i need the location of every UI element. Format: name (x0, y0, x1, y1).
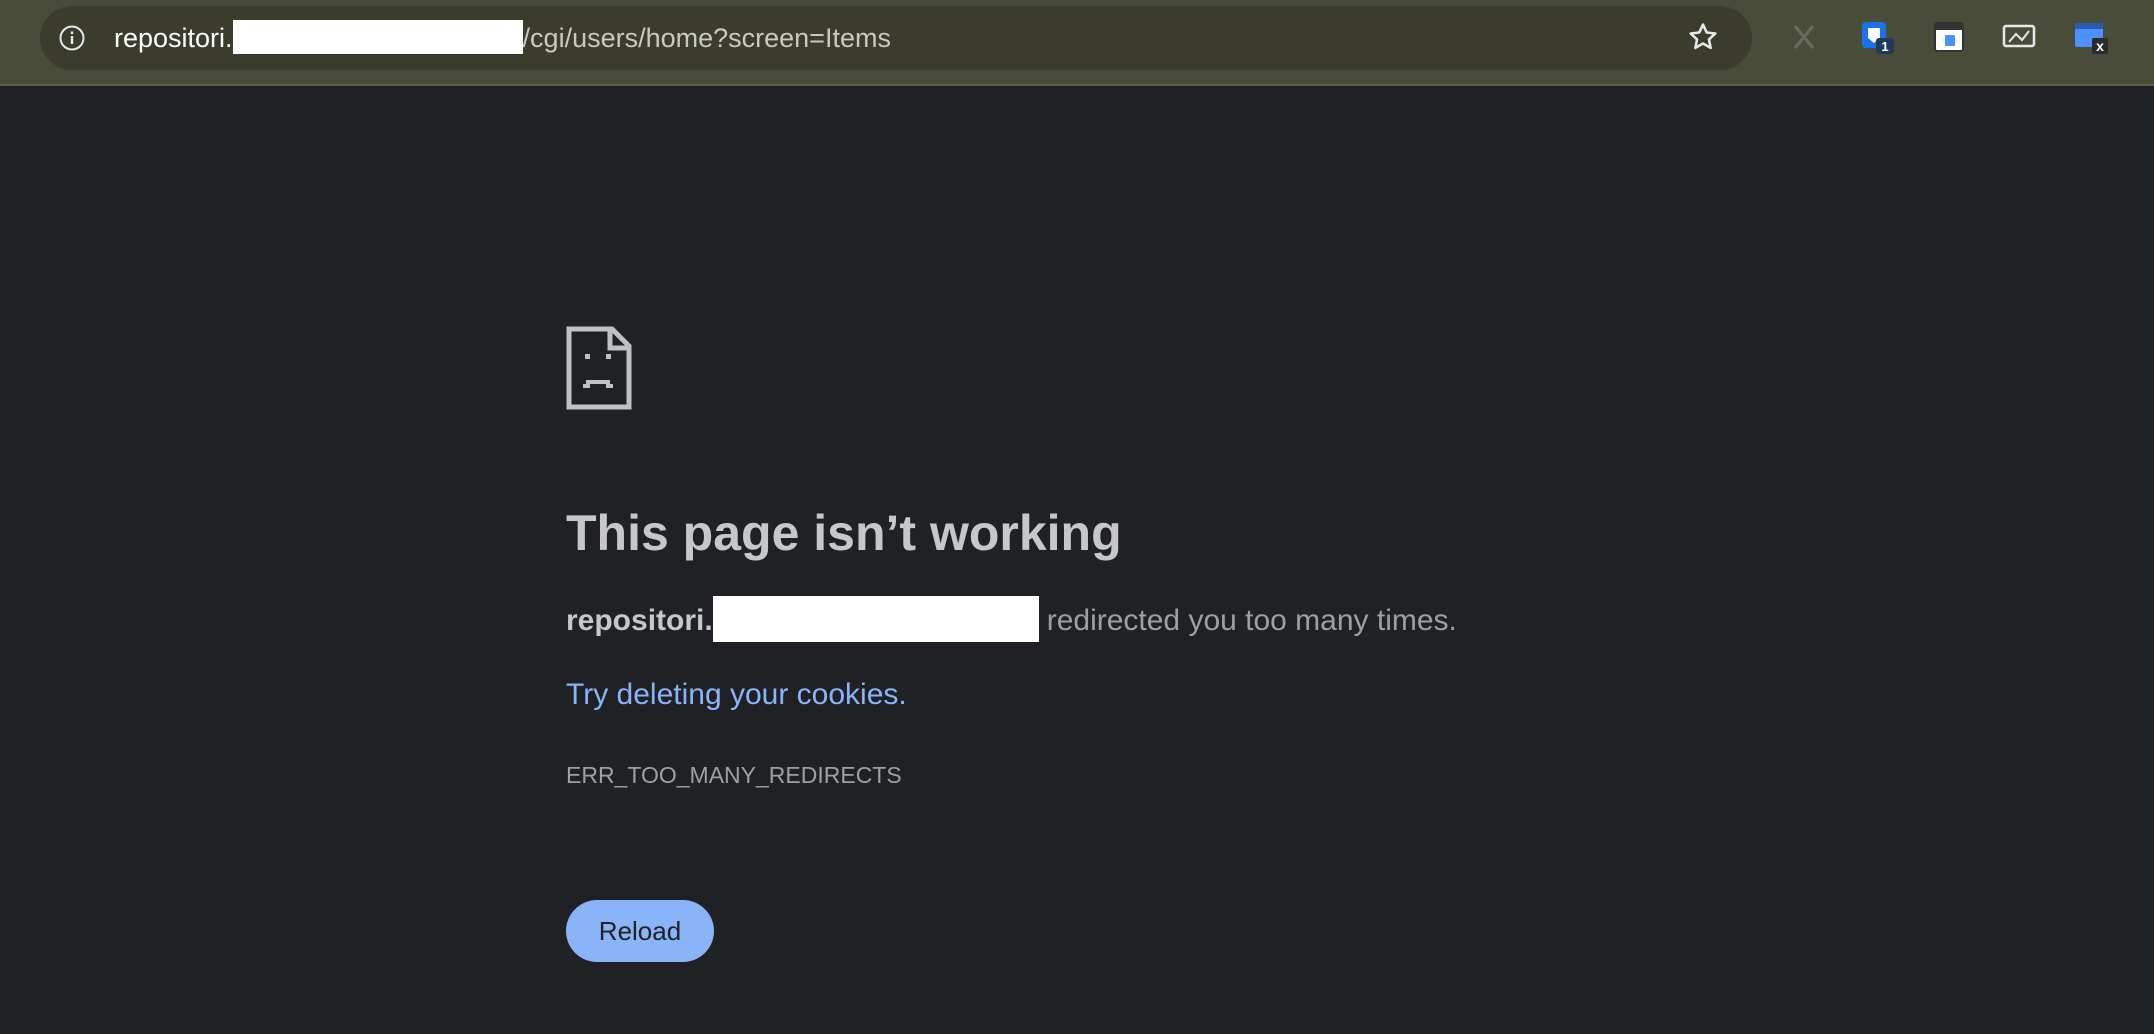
url-text[interactable]: repositori. /cgi/users/home?screen=Items (114, 18, 891, 58)
browser-toolbar: repositori./cgi/users/home?screen=Items … (0, 0, 2154, 86)
extension-screen-icon[interactable] (2000, 18, 2038, 56)
extension-badge-count: 1 (1881, 39, 1888, 54)
error-detail: repositori. redirected you too many times… (566, 596, 1457, 645)
url-host: repositori. (114, 23, 233, 53)
error-detail-text: redirected you too many times. (1046, 604, 1457, 637)
url-path: /cgi/users/home?screen=Items (522, 23, 891, 53)
reload-button[interactable]: Reload (566, 900, 714, 962)
extension-calendar-icon[interactable] (1930, 18, 1968, 56)
error-code: ERR_TOO_MANY_REDIRECTS (566, 762, 902, 788)
error-host: repositori. (566, 604, 713, 637)
error-heading: This page isn’t working (566, 505, 1122, 561)
extension-window-icon[interactable]: x (2072, 18, 2110, 56)
info-icon[interactable] (58, 24, 86, 52)
extension-x-icon[interactable] (1785, 18, 1823, 56)
extension-badge-x: x (2096, 38, 2104, 54)
host-redaction (712, 596, 1039, 642)
bookmark-star-icon[interactable] (1686, 20, 1720, 54)
extension-shield-icon[interactable]: 1 (1858, 18, 1896, 56)
delete-cookies-link[interactable]: Try deleting your cookies. (566, 678, 907, 712)
url-redaction (232, 20, 523, 54)
sad-page-icon (566, 326, 632, 410)
